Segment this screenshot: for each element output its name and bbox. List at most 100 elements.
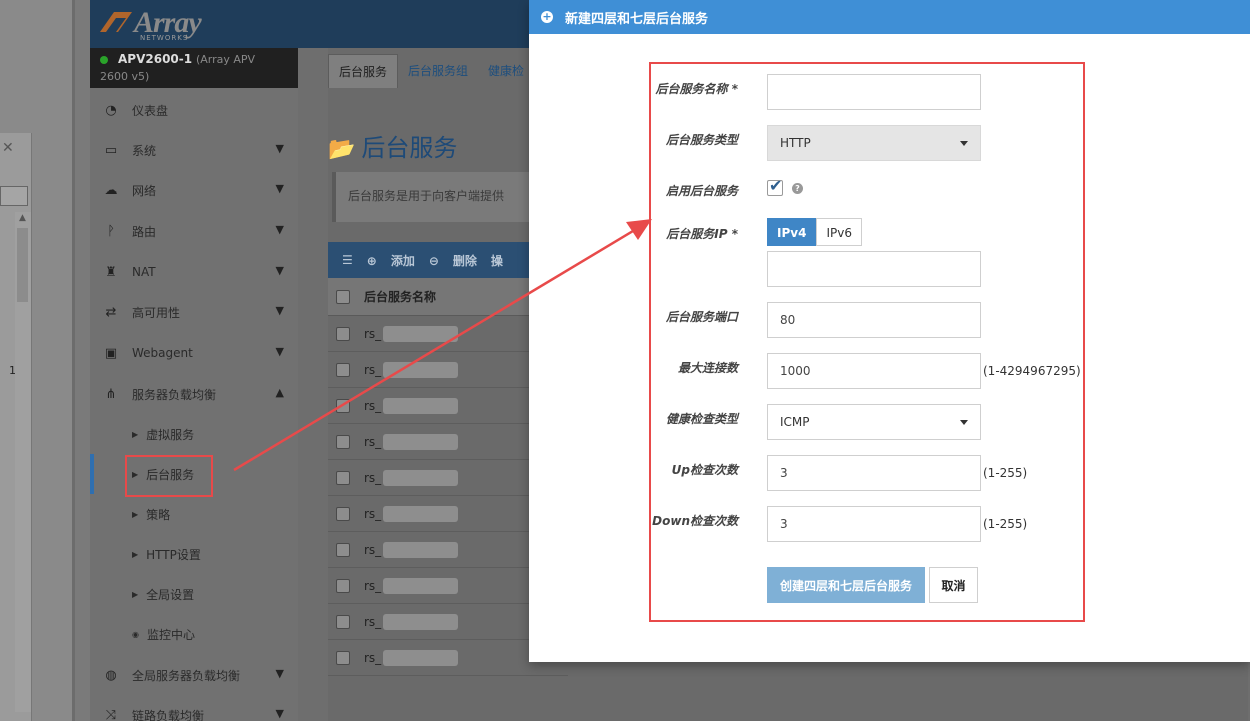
check-icon: ✔ [769,176,783,195]
port-label: 后台服务端口 [665,310,738,324]
modal-title: 新建四层和七层后台服务 [565,11,709,27]
cancel-button[interactable]: 取消 [929,567,978,603]
row-checkbox[interactable] [336,434,350,449]
sidebar-subitem-monitor[interactable]: ◉ 监控中心 [90,614,298,654]
row-checkbox[interactable] [336,470,350,485]
row-checkbox[interactable] [336,506,350,521]
sidebar-subitem-label: 全局设置 [146,587,195,602]
sidebar-item-nat[interactable]: ♜ NAT ▼ [90,252,298,292]
sidebar-item-network[interactable]: ☁ 网络 ▼ [90,170,298,210]
sidebar-item-slb[interactable]: ⋔ 服务器负载均衡 ▲ [90,374,298,414]
sitemap-icon: ⋔ [105,386,117,402]
device-name: APV2600-1 [118,52,193,66]
sidebar-subitem-http-settings[interactable]: ▶ HTTP设置 [90,534,298,574]
tab-real-service[interactable]: 后台服务 [328,54,399,88]
ip-version-toggle: IPv4 IPv6 [767,218,862,246]
sidebar-subitem-label: HTTP设置 [146,547,201,562]
row-checkbox[interactable] [336,542,350,557]
maxconn-range: (1-4294967295) [983,364,1081,378]
sidebar-item-routing[interactable]: ᚹ 路由 ▼ [90,211,298,251]
chevron-down-icon: ▼ [275,142,284,155]
sidebar-subitem-policy[interactable]: ▶ 策略 [90,494,298,534]
row-checkbox[interactable] [336,326,350,341]
logo-sub: NETWORKS [140,34,189,42]
down-range: (1-255) [983,517,1028,531]
redacted-text [383,577,459,594]
caret-right-icon: ▶ [132,429,139,439]
up-value: 3 [780,466,788,480]
sidebar-item-label: 链路负载均衡 [132,708,205,721]
row-name: rs_ [364,506,382,521]
operations-button[interactable]: 操 [491,252,503,269]
scroll-thumb[interactable] [17,228,28,302]
sidebar-item-gslb[interactable]: ◍ 全局服务器负载均衡 ▼ [90,655,298,695]
delete-button-label: 删除 [452,253,477,268]
plus-circle-icon: + [541,10,553,23]
sidebar-subitem-global-settings[interactable]: ▶ 全局设置 [90,574,298,614]
sidebar-subitem-label: 虚拟服务 [146,427,195,442]
array-logo[interactable]: Array NETWORKS [100,6,220,42]
health-check-select[interactable]: ICMP [767,404,981,440]
create-button[interactable]: 创建四层和七层后台服务 [767,567,925,603]
delete-button[interactable]: ⊖ 删除 [429,252,477,269]
select-all-checkbox[interactable] [336,289,350,304]
sidebar-subitem-virtual-service[interactable]: ▶ 虚拟服务 [90,414,298,454]
row-checkbox[interactable] [336,398,350,413]
row-checkbox[interactable] [336,650,350,665]
port-value: 80 [780,313,796,327]
chevron-up-icon: ▲ [275,386,284,399]
maxconn-value: 1000 [780,364,811,378]
chevron-down-icon: ▼ [275,304,284,317]
max-connections-input[interactable]: 1000 [767,353,981,389]
ip-label: 后台服务IP * [666,227,738,241]
scroll-up-icon[interactable]: ▲ [19,213,26,223]
sidebar-item-dashboard[interactable]: ◔ 仪表盘 [90,90,298,130]
sidebar-item-system[interactable]: ▭ 系统 ▼ [90,130,298,170]
window-divider [72,0,75,721]
row-checkbox[interactable] [336,578,350,593]
create-real-service-modal: + 新建四层和七层后台服务 后台服务名称 * 后台服务类型 HTTP 启用后台服… [529,0,1250,662]
type-label: 后台服务类型 [665,133,738,147]
tab-health-check[interactable]: 健康检 [478,54,535,88]
caret-right-icon: ▶ [132,549,139,559]
route-icon: ᚹ [107,223,115,239]
service-ip-input[interactable] [767,251,981,287]
globe-icon: ◍ [105,667,117,683]
column-header-name[interactable]: 后台服务名称 [364,288,436,305]
close-icon[interactable]: ✕ [2,140,14,156]
redacted-text [383,505,459,522]
service-type-value: HTTP [780,136,811,150]
service-port-input[interactable]: 80 [767,302,981,338]
row-name: rs_ [364,578,382,593]
enable-checkbox[interactable]: ✔ [767,176,783,196]
row-checkbox[interactable] [336,362,350,377]
scrollbar[interactable]: ▲ [15,212,31,712]
redacted-text [383,361,459,378]
ipv6-button[interactable]: IPv6 [816,218,862,246]
row-name: rs_ [364,470,382,485]
sidebar-item-label: 路由 [132,224,157,239]
cloud-icon: ☁ [104,182,118,198]
up-check-input[interactable]: 3 [767,455,981,491]
row-checkbox[interactable] [336,614,350,629]
sidebar-item-ha[interactable]: ⇄ 高可用性 ▼ [90,292,298,332]
page-title: 📂 后台服务 [328,128,457,163]
down-check-input[interactable]: 3 [767,506,981,542]
list-icon[interactable]: ☰ [342,253,353,267]
sidebar-subitem-label: 策略 [146,507,171,522]
tab-real-service-group[interactable]: 后台服务组 [398,54,479,88]
background-input[interactable] [0,186,28,206]
question-icon[interactable]: ? [792,183,803,194]
chevron-down-icon: ▼ [275,667,284,680]
sidebar-item-llb[interactable]: ⤨ 链路负载均衡 ▼ [90,695,298,721]
add-button[interactable]: ⊕ 添加 [367,252,415,269]
sidebar-item-webagent[interactable]: ▣ Webagent ▼ [90,333,298,373]
row-name: rs_ [364,362,382,377]
caret-down-icon [960,141,968,146]
ipv4-button[interactable]: IPv4 [767,218,817,246]
health-value: ICMP [780,415,810,429]
service-name-input[interactable] [767,74,981,110]
hdd-icon: ▣ [104,345,118,361]
add-button-label: 添加 [390,253,415,268]
service-type-select[interactable]: HTTP [767,125,981,161]
